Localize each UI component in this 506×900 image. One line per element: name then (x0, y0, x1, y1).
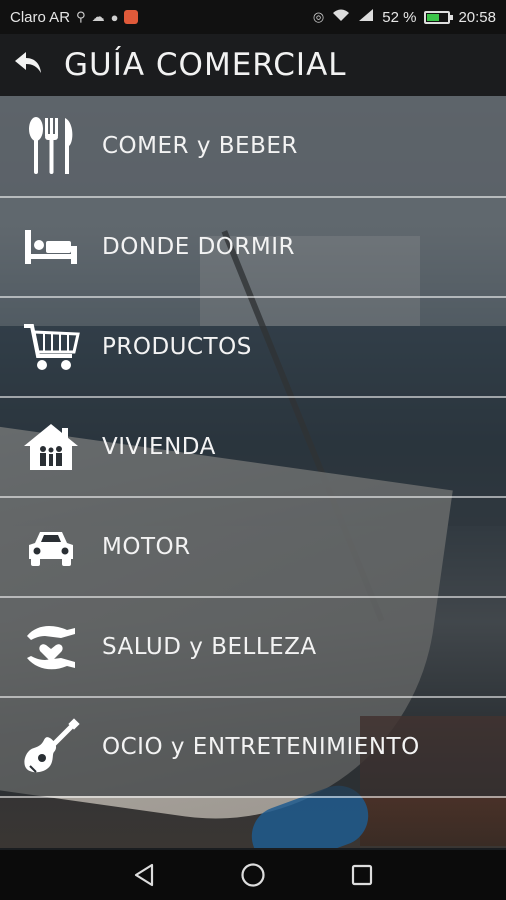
app-bar: GUÍA COMERCIAL (0, 34, 506, 96)
chat-icon: ● (110, 9, 119, 25)
recents-square-icon (351, 864, 372, 886)
clock: 20:58 (458, 8, 496, 26)
menu-item-productos[interactable]: PRODUCTOS (0, 296, 506, 396)
house-family-icon (0, 397, 102, 497)
page-title: GUÍA COMERCIAL (64, 47, 347, 83)
guitar-icon (0, 697, 102, 797)
menu-item-label: MOTOR (102, 534, 191, 560)
cutlery-icon (0, 96, 102, 196)
menu-item-label: PRODUCTOS (102, 334, 252, 360)
status-bar: Claro AR ⚲ ☁ ● ◎ 52 % 20:58 (0, 0, 506, 34)
menu-item-vivienda[interactable]: VIVIENDA (0, 396, 506, 496)
nfc-icon: ◎ (312, 9, 325, 24)
menu-item-label: SALUD y BELLEZA (102, 634, 317, 660)
cloud-icon: ☁ (91, 9, 105, 24)
signal-icon (358, 8, 374, 26)
menu-item-ocio-y-entretenimiento[interactable]: OCIO y ENTRETENIMIENTO (0, 696, 506, 796)
system-nav-bar (0, 850, 506, 900)
nav-back-button[interactable] (124, 855, 164, 895)
nav-recents-button[interactable] (342, 855, 382, 895)
menu-item-salud-y-belleza[interactable]: SALUD y BELLEZA (0, 596, 506, 696)
menu-item-label: VIVIENDA (102, 434, 216, 460)
carrier-label: Claro AR (10, 8, 71, 26)
back-button[interactable] (0, 34, 56, 96)
nav-home-button[interactable] (233, 855, 273, 895)
menu-item-label: COMER y BEBER (102, 133, 298, 159)
menu-item-label: OCIO y ENTRETENIMIENTO (102, 734, 420, 760)
menu-item-comer-y-beber[interactable]: COMER y BEBER (0, 96, 506, 196)
car-icon (0, 497, 102, 597)
home-circle-icon (241, 863, 265, 887)
battery-icon (424, 10, 454, 24)
wifi-icon (332, 8, 350, 26)
shopping-cart-icon (0, 297, 102, 397)
app-notification-icon (124, 10, 139, 24)
back-arrow-icon (12, 49, 44, 82)
category-menu: COMER y BEBER DONDE DORMIR PRODUCTOS VIV… (0, 96, 506, 798)
back-triangle-icon (135, 863, 154, 887)
usb-icon: ⚲ (76, 9, 86, 24)
menu-item-donde-dormir[interactable]: DONDE DORMIR (0, 196, 506, 296)
bed-icon (0, 197, 102, 297)
battery-percent: 52 % (382, 8, 417, 26)
menu-item-label: DONDE DORMIR (102, 234, 295, 260)
hands-heart-icon (0, 597, 102, 697)
menu-item-motor[interactable]: MOTOR (0, 496, 506, 596)
